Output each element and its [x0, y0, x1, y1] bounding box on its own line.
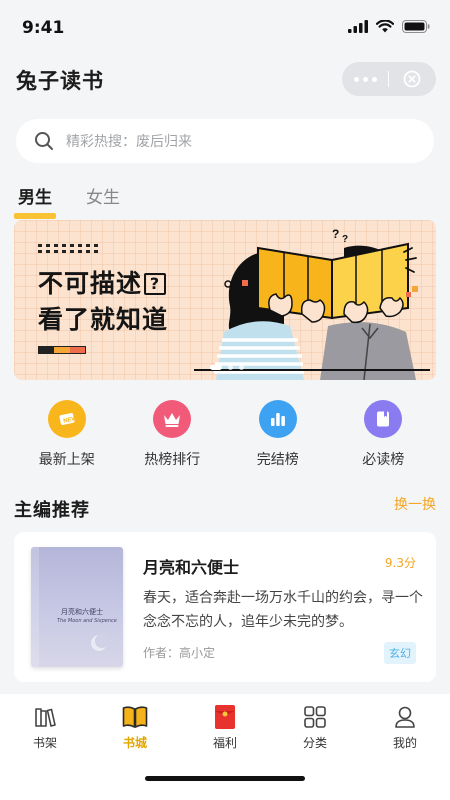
quick-nav-label: 完结榜 — [256, 452, 299, 468]
status-bar: 9:41 — [0, 0, 450, 56]
quick-nav-must-read[interactable]: 必读榜 — [338, 400, 428, 475]
banner-page-dot[interactable] — [210, 365, 222, 370]
bookshelf-icon — [32, 704, 58, 730]
close-button[interactable] — [389, 62, 435, 96]
user-icon — [392, 704, 418, 730]
book-author: 作者：高小定 — [143, 646, 216, 660]
svg-text:?: ? — [342, 234, 348, 245]
search-icon — [35, 132, 53, 150]
bottom-tab-bar: 书架 书城 福利 分类 我的 — [0, 694, 450, 800]
tab-mine[interactable]: 我的 — [360, 694, 450, 756]
status-time: 9:41 — [22, 18, 65, 38]
banner-headline: 不可描述? — [38, 264, 167, 300]
home-indicator[interactable] — [145, 776, 305, 781]
book-score: 9.3分 — [384, 556, 416, 570]
banner-line1: 不可描述 — [38, 269, 143, 298]
tab-female[interactable]: 女生 — [84, 183, 122, 213]
cover-subtitle: The Moon and Sixpence — [57, 618, 117, 624]
moon-illustration-icon — [91, 634, 109, 651]
quick-nav-completed[interactable]: 完结榜 — [233, 400, 323, 475]
wifi-icon — [376, 20, 394, 33]
app-header: 兔子读书 — [0, 56, 450, 106]
crown-icon — [153, 400, 192, 438]
more-dot-icon — [362, 76, 368, 82]
quick-nav-label: 热榜排行 — [144, 452, 201, 468]
tab-label: 书城 — [122, 736, 147, 750]
tab-welfare[interactable]: 福利 — [180, 694, 270, 756]
bookmark-icon — [364, 400, 403, 438]
genre-tag: 玄幻 — [384, 642, 416, 664]
status-icons — [348, 20, 430, 33]
tab-label: 我的 — [392, 736, 417, 750]
question-box-icon: ? — [144, 273, 167, 295]
more-dot-icon — [353, 76, 359, 82]
quick-nav-label: 最新上架 — [38, 452, 95, 468]
tab-category[interactable]: 分类 — [270, 694, 360, 756]
page-title: 兔子读书 — [16, 69, 104, 93]
mini-program-capsule — [342, 62, 436, 96]
battery-icon — [402, 20, 430, 33]
tab-male[interactable]: 男生 — [14, 183, 56, 219]
tab-label: 福利 — [212, 736, 237, 750]
tab-label: 书架 — [32, 736, 57, 750]
quick-nav-hot-ranking[interactable]: 热榜排行 — [127, 400, 217, 475]
book-cover: 月亮和六便士 The Moon and Sixpence — [31, 547, 123, 667]
close-circle-icon — [403, 70, 421, 88]
quick-nav-new-arrivals[interactable]: NEW 最新上架 — [22, 400, 112, 475]
cover-title: 月亮和六便士 — [61, 608, 103, 616]
refresh-button[interactable]: 换一换 — [394, 494, 436, 514]
search-placeholder: 精彩热搜：废后归来 — [66, 134, 192, 150]
banner-pagination — [210, 365, 244, 370]
banner-page-dot[interactable] — [228, 365, 233, 370]
new-arrival-icon: NEW — [47, 400, 86, 438]
book-card[interactable]: 月亮和六便士 The Moon and Sixpence 月亮和六便士 9.3分… — [14, 532, 436, 682]
promo-banner[interactable]: 不可描述? 看了就知道 ? ? — [14, 220, 436, 380]
chart-icon — [258, 400, 297, 438]
red-envelope-icon — [212, 704, 238, 730]
readers-illustration: ? ? — [194, 227, 430, 380]
tab-bookshelf[interactable]: 书架 — [0, 694, 90, 756]
quick-nav: NEW 最新上架 热榜排行 完结榜 必读榜 — [0, 400, 450, 475]
svg-text:?: ? — [332, 227, 339, 241]
gender-tabs: 男生 女生 — [14, 183, 122, 219]
banner-dot-pattern — [38, 244, 98, 253]
open-book-icon — [122, 704, 148, 730]
search-bar[interactable]: 精彩热搜：废后归来 — [16, 119, 434, 163]
section-title: 主编推荐 — [14, 500, 90, 521]
tab-bookstore[interactable]: 书城 — [90, 694, 180, 756]
capsule-divider — [388, 71, 389, 87]
tab-label: 分类 — [302, 736, 327, 750]
signal-icon — [348, 20, 368, 33]
book-description: 春天，适合奔赴一场万水千山的约会，寻一个念念不忘的人，追年少未完的梦。 — [143, 590, 423, 630]
grid-icon — [302, 704, 328, 730]
more-dot-icon — [371, 76, 377, 82]
banner-subline: 看了就知道 — [38, 305, 169, 334]
banner-page-dot[interactable] — [239, 365, 244, 370]
quick-nav-label: 必读榜 — [362, 452, 405, 468]
banner-color-bar — [38, 346, 86, 354]
more-button[interactable] — [342, 62, 388, 96]
recommend-section-header: 主编推荐 换一换 — [14, 494, 436, 524]
book-title: 月亮和六便士 — [143, 558, 240, 577]
